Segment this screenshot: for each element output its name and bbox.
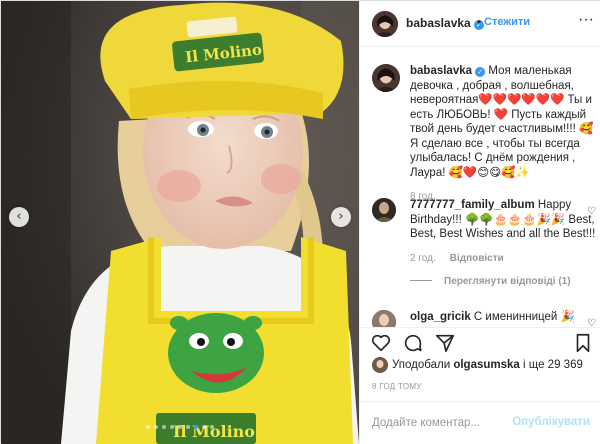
bookmark-icon[interactable] bbox=[572, 332, 594, 354]
follow-button[interactable]: Стежити bbox=[484, 16, 530, 28]
verified-badge-icon: ✓ bbox=[475, 67, 486, 77]
comment-text: 7777777_family_album Happy Birthday!!! 🌳… bbox=[410, 198, 596, 242]
post-photo[interactable]: Il Molino Il Molino ‹ › bbox=[1, 1, 359, 444]
comments-list: babaslavka ✓ Моя маленькая девочка , доб… bbox=[360, 48, 600, 327]
author-avatar[interactable] bbox=[372, 64, 400, 92]
carousel-dot bbox=[210, 425, 214, 429]
post-timestamp[interactable]: 8 ГОД ТОМУ bbox=[372, 382, 422, 391]
publish-button[interactable]: Опублікувати bbox=[512, 416, 590, 428]
comment-like-heart-icon[interactable]: ♡ bbox=[587, 318, 596, 327]
instagram-post: Il Molino Il Molino ‹ › babaslavka ✓ • С… bbox=[0, 0, 600, 444]
caption: babaslavka ✓ Моя маленькая девочка , доб… bbox=[372, 64, 596, 202]
comment-icon[interactable] bbox=[402, 332, 424, 354]
header-separator: • bbox=[477, 15, 482, 29]
carousel-dot bbox=[194, 425, 198, 429]
ellipsis-icon[interactable]: ··· bbox=[578, 11, 594, 29]
comment-input[interactable] bbox=[372, 414, 522, 432]
post-sidebar: babaslavka ✓ • Стежити ··· babaslavka ✓ … bbox=[359, 1, 600, 444]
author-avatar[interactable] bbox=[372, 11, 398, 37]
comment-username[interactable]: olga_gricik bbox=[410, 311, 471, 323]
carousel-dot bbox=[186, 425, 190, 429]
add-comment-bar: Опублікувати bbox=[360, 401, 600, 444]
comment-body: С именинницей 🎉 bbox=[470, 311, 575, 323]
replies-line bbox=[410, 279, 432, 281]
caption-text: babaslavka ✓ Моя маленькая девочка , доб… bbox=[410, 64, 596, 180]
likes-summary: Уподобали olgasumska і ще 29 369 bbox=[372, 357, 596, 379]
likes-count[interactable]: і ще 29 369 bbox=[520, 359, 583, 371]
author-username[interactable]: babaslavka ✓ bbox=[406, 16, 485, 30]
comment-time: 2 год. bbox=[410, 252, 436, 264]
comment-username[interactable]: 7777777_family_album bbox=[410, 199, 535, 211]
post-header: babaslavka ✓ • Стежити ··· bbox=[360, 1, 600, 47]
caption-body: Моя маленькая девочка , добрая , волшебн… bbox=[410, 65, 594, 179]
comment-like-heart-icon[interactable]: ♡ bbox=[587, 206, 596, 217]
comment-meta: 2 год. Відповісти bbox=[410, 253, 596, 264]
likes-text: Уподобали olgasumska і ще 29 369 bbox=[392, 359, 583, 371]
carousel-dot bbox=[178, 425, 182, 429]
photo-illustration: Il Molino Il Molino bbox=[1, 1, 359, 444]
heart-icon[interactable] bbox=[370, 332, 392, 354]
action-bar bbox=[360, 327, 600, 357]
carousel-dot bbox=[202, 425, 206, 429]
commenter-avatar[interactable] bbox=[372, 310, 396, 327]
comment-item: 7777777_family_album Happy Birthday!!! 🌳… bbox=[372, 198, 596, 287]
carousel-dot bbox=[146, 425, 150, 429]
chevron-left-icon[interactable]: ‹ bbox=[9, 207, 29, 227]
view-replies-button[interactable]: Переглянути відповіді (1) bbox=[410, 276, 596, 287]
liker-avatar[interactable] bbox=[372, 357, 388, 373]
reply-button[interactable]: Відповісти bbox=[450, 253, 504, 264]
liker-username[interactable]: olgasumska bbox=[453, 359, 519, 371]
comment-text: olga_gricik С именинницей 🎉 bbox=[410, 310, 596, 325]
caption-username[interactable]: babaslavka bbox=[410, 65, 472, 77]
carousel-dot bbox=[162, 425, 166, 429]
paper-plane-icon[interactable] bbox=[434, 332, 456, 354]
carousel-dot bbox=[154, 425, 158, 429]
comment-item: olga_gricik С именинницей 🎉 ♡ bbox=[372, 310, 596, 327]
carousel-dot bbox=[170, 425, 174, 429]
commenter-avatar[interactable] bbox=[372, 198, 396, 222]
carousel-dots bbox=[1, 425, 359, 429]
chevron-right-icon[interactable]: › bbox=[331, 207, 351, 227]
